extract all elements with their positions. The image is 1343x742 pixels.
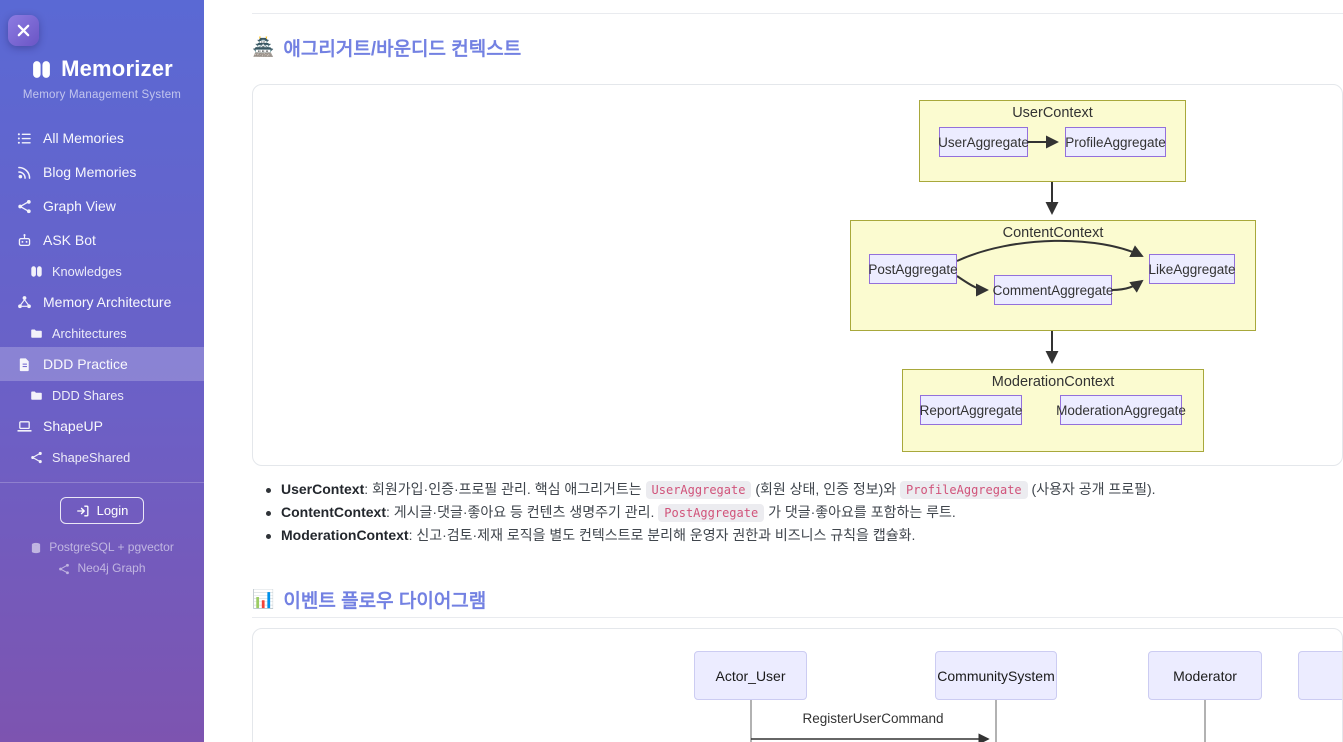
inline-code: UserAggregate bbox=[646, 481, 752, 499]
sidebar-item-ddd-shares[interactable]: DDD Shares bbox=[0, 381, 204, 409]
sidebar-item-label: Memory Architecture bbox=[43, 294, 171, 310]
app-title: Memorizer bbox=[61, 56, 173, 82]
sidebar-item-label: Blog Memories bbox=[43, 164, 136, 180]
node-like-aggregate: LikeAggregate bbox=[1149, 254, 1235, 284]
sidebar-item-knowledges[interactable]: Knowledges bbox=[0, 257, 204, 285]
main-content: 🏯 애그리거트/바운디드 컨텍스트 UserContext ContentCon… bbox=[204, 0, 1343, 742]
list-item: ContentContext: 게시글·댓글·좋아요 등 컨텐츠 생명주기 관리… bbox=[262, 501, 1302, 524]
participant-community-system: CommunitySystem bbox=[935, 651, 1057, 700]
robot-icon bbox=[17, 233, 32, 248]
node-moderation-aggregate: ModerationAggregate bbox=[1060, 395, 1182, 425]
close-icon bbox=[16, 23, 31, 38]
section-title-event-flow: 📊 이벤트 플로우 다이어그램 bbox=[252, 586, 486, 613]
brand: Memorizer Memory Management System bbox=[0, 56, 204, 101]
castle-icon: 🏯 bbox=[252, 37, 274, 58]
sidebar-item-memory-architecture[interactable]: Memory Architecture bbox=[0, 285, 204, 319]
blog-icon bbox=[17, 165, 32, 180]
sidebar-item-all-memories[interactable]: All Memories bbox=[0, 121, 204, 155]
cluster-label: ModerationContext bbox=[903, 374, 1203, 390]
login-button[interactable]: Login bbox=[60, 497, 145, 524]
node-post-aggregate: PostAggregate bbox=[869, 254, 957, 284]
list-item: ModerationContext: 신고·검토·제재 로직을 별도 컨텍스트로… bbox=[262, 524, 1302, 547]
section2-divider bbox=[252, 617, 1343, 618]
circle-nodes-icon bbox=[17, 295, 32, 310]
sidebar-item-blog-memories[interactable]: Blog Memories bbox=[0, 155, 204, 189]
node-report-aggregate: ReportAggregate bbox=[920, 395, 1022, 425]
sidebar-item-label: Graph View bbox=[43, 198, 116, 214]
inline-code: PostAggregate bbox=[658, 504, 764, 522]
sidebar-item-label: ShapeUP bbox=[43, 418, 103, 434]
sidebar-footer: PostgreSQL + pgvector Neo4j Graph bbox=[0, 537, 204, 579]
participant-box-partial bbox=[1298, 651, 1343, 700]
sidebar-close-button[interactable] bbox=[8, 15, 39, 46]
sidebar-item-shapeshared[interactable]: ShapeShared bbox=[0, 443, 204, 471]
participant-moderator: Moderator bbox=[1148, 651, 1262, 700]
node-user-aggregate: UserAggregate bbox=[939, 127, 1028, 157]
sidebar-nav: All Memories Blog Memories Graph View bbox=[0, 121, 204, 471]
sidebar-item-shapeup[interactable]: ShapeUP bbox=[0, 409, 204, 443]
login-icon bbox=[76, 504, 90, 518]
file-icon bbox=[17, 357, 32, 372]
sidebar-item-graph-view[interactable]: Graph View bbox=[0, 189, 204, 223]
sidebar-item-label: ShapeShared bbox=[52, 450, 130, 465]
laptop-icon bbox=[17, 419, 32, 434]
cluster-label: UserContext bbox=[920, 105, 1185, 121]
sidebar-item-ddd-practice[interactable]: DDD Practice bbox=[0, 347, 204, 381]
share-icon bbox=[30, 451, 43, 464]
footer-db-label: PostgreSQL + pgvector bbox=[49, 537, 174, 558]
share-nodes-icon bbox=[17, 199, 32, 214]
sidebar-item-label: All Memories bbox=[43, 130, 124, 146]
context-description-list: UserContext: 회원가입·인증·프로필 관리. 핵심 애그리거트는 U… bbox=[262, 478, 1302, 547]
sidebar-item-label: ASK Bot bbox=[43, 232, 96, 248]
app-subtitle: Memory Management System bbox=[0, 89, 204, 101]
folder-icon bbox=[30, 389, 43, 402]
bar-chart-icon: 📊 bbox=[252, 589, 274, 610]
node-profile-aggregate: ProfileAggregate bbox=[1065, 127, 1166, 157]
sidebar-item-ask-bot[interactable]: ASK Bot bbox=[0, 223, 204, 257]
sequence-message-label: RegisterUserCommand bbox=[723, 711, 1023, 726]
inline-code: ProfileAggregate bbox=[900, 481, 1028, 499]
term: UserContext bbox=[281, 481, 364, 497]
top-divider bbox=[252, 13, 1343, 14]
list-item: UserContext: 회원가입·인증·프로필 관리. 핵심 애그리거트는 U… bbox=[262, 478, 1302, 501]
participant-actor-user: Actor_User bbox=[694, 651, 807, 700]
section2-title: 이벤트 플로우 다이어그램 bbox=[283, 586, 486, 613]
event-flow-diagram-card: Actor_User CommunitySystem Moderator Reg… bbox=[252, 628, 1343, 742]
folder-icon bbox=[30, 327, 43, 340]
list-icon bbox=[17, 131, 32, 146]
aggregate-diagram-card: UserContext ContentContext ModerationCon… bbox=[252, 84, 1343, 466]
node-comment-aggregate: CommentAggregate bbox=[994, 275, 1112, 305]
footer-graph-label: Neo4j Graph bbox=[77, 558, 145, 579]
section1-title: 애그리거트/바운디드 컨텍스트 bbox=[283, 34, 521, 61]
sidebar-item-label: Architectures bbox=[52, 326, 127, 341]
sidebar-item-architectures[interactable]: Architectures bbox=[0, 319, 204, 347]
sidebar-item-label: DDD Practice bbox=[43, 356, 128, 372]
term: ContentContext bbox=[281, 504, 386, 520]
sidebar-divider bbox=[0, 482, 204, 483]
database-icon bbox=[30, 542, 42, 554]
login-label: Login bbox=[97, 503, 129, 518]
cluster-label: ContentContext bbox=[851, 225, 1255, 241]
sidebar-item-label: DDD Shares bbox=[52, 388, 124, 403]
graph-icon bbox=[58, 563, 70, 575]
term: ModerationContext bbox=[281, 527, 409, 543]
sidebar: Memorizer Memory Management System All M… bbox=[0, 0, 204, 742]
brain-icon bbox=[30, 265, 43, 278]
sidebar-item-label: Knowledges bbox=[52, 264, 122, 279]
brain-logo-icon bbox=[31, 59, 52, 80]
section-title-aggregates: 🏯 애그리거트/바운디드 컨텍스트 bbox=[252, 34, 521, 61]
